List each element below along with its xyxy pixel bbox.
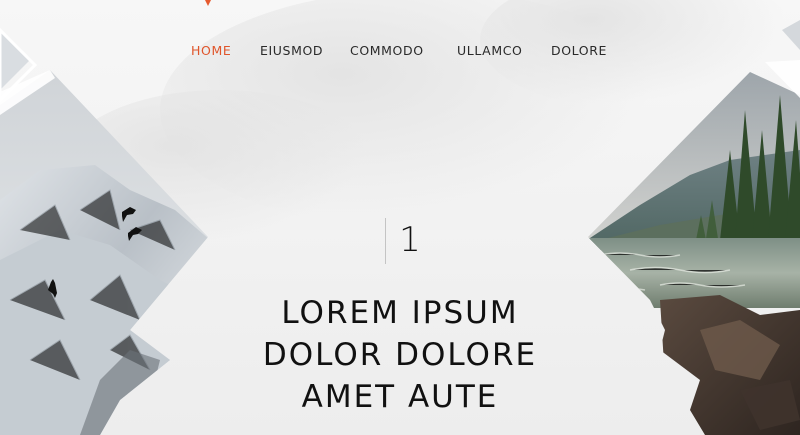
nav-item-home[interactable]: HOME — [191, 43, 231, 58]
nav-item-commodo[interactable]: COMMODO — [350, 43, 424, 58]
nav-item-eiusmod[interactable]: EIUSMOD — [260, 43, 323, 58]
page: HOME EIUSMOD COMMODO ULLAMCO DOLORE 1 LO… — [0, 0, 800, 435]
slide-number: 1 — [399, 220, 421, 260]
hero-line-3: AMET AUTE — [301, 379, 499, 415]
nav-item-dolore[interactable]: DOLORE — [551, 43, 607, 58]
hero-line-2: DOLOR DOLORE — [262, 337, 538, 373]
hero-line-1: LOREM IPSUM — [281, 295, 519, 331]
hero-heading: LOREM IPSUM DOLOR DOLORE AMET AUTE — [200, 292, 600, 418]
main-nav: HOME EIUSMOD COMMODO ULLAMCO DOLORE — [0, 43, 800, 63]
slide-divider — [385, 218, 386, 264]
active-indicator-notch — [200, 0, 216, 6]
nav-item-ullamco[interactable]: ULLAMCO — [457, 43, 522, 58]
